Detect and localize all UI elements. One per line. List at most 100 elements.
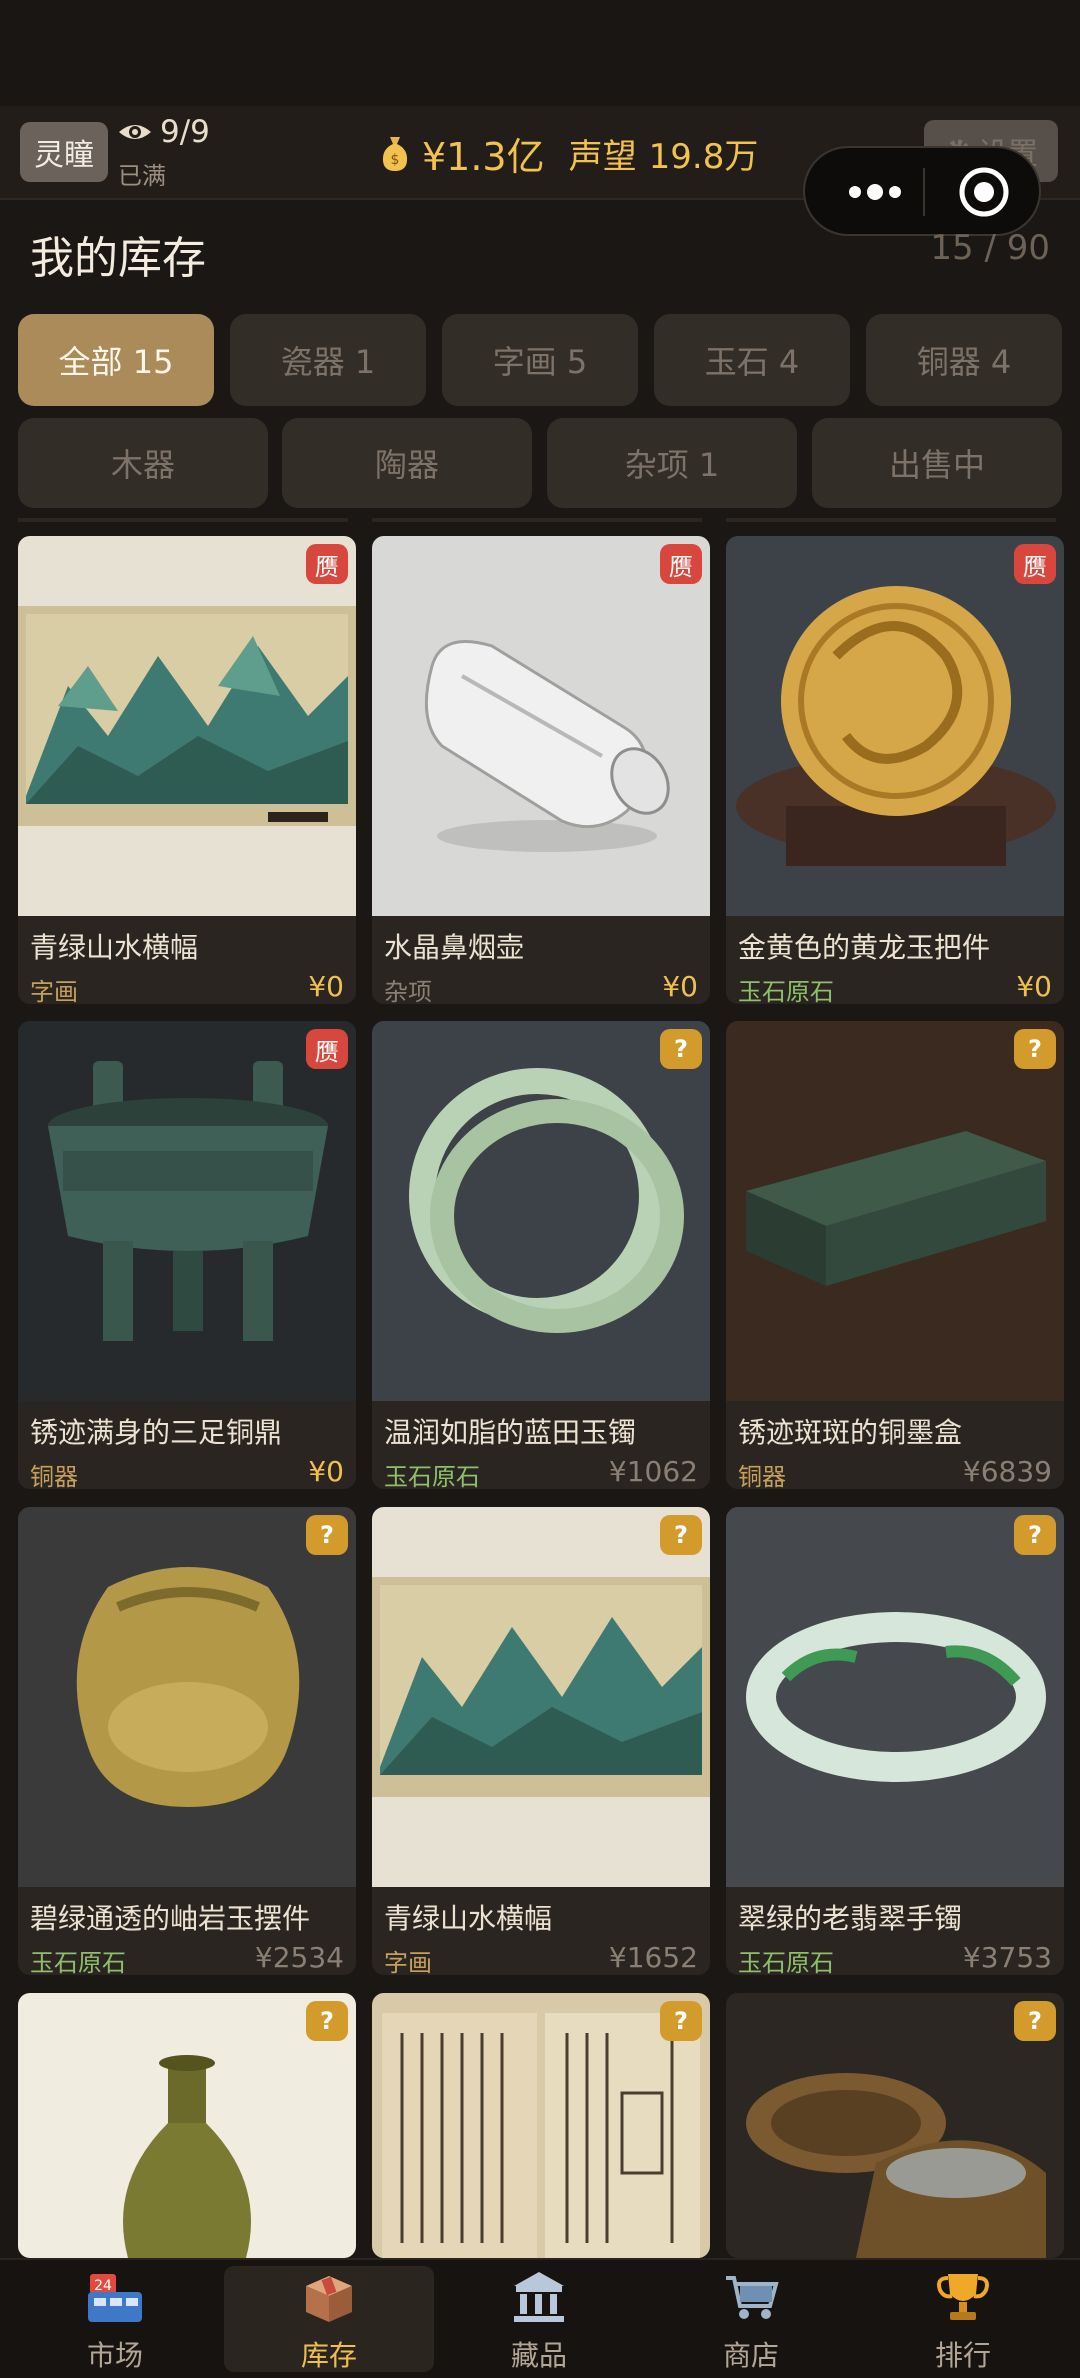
scroll-edge <box>726 518 1056 522</box>
item-card[interactable]: 赝 金黄色的黄龙玉把件 玉石原石 ¥0 <box>726 536 1064 1004</box>
unknown-tag: ? <box>306 1515 348 1555</box>
item-image <box>18 536 356 916</box>
unknown-tag: ? <box>660 2001 702 2041</box>
eye-icon <box>119 125 151 139</box>
item-name: 碧绿通透的岫岩玉摆件 <box>30 1902 311 1935</box>
ink-box-image <box>746 1131 1046 1286</box>
item-category: 玉石原石 <box>30 1949 126 1975</box>
dragon-jade-image <box>736 586 1056 866</box>
item-category: 铜器 <box>30 1463 78 1489</box>
item-name: 水晶鼻烟壶 <box>384 931 525 964</box>
money-bag-icon: $ <box>382 136 408 171</box>
item-card[interactable]: ? 翠绿的老翡翠手镯 玉石原石 ¥3753 <box>726 1507 1064 1975</box>
filter-wood[interactable]: 木器 <box>18 418 268 508</box>
item-name: 金黄色的黄龙玉把件 <box>738 931 991 964</box>
inventory-box-icon <box>306 2276 352 2322</box>
fake-tag: 赝 <box>660 544 702 584</box>
filter-pottery[interactable]: 陶器 <box>282 418 532 508</box>
item-name: 翠绿的老翡翠手镯 <box>738 1902 963 1935</box>
nav-label: 商店 <box>722 2339 779 2372</box>
fake-tag: 赝 <box>306 544 348 584</box>
tab-porcelain[interactable]: 瓷器 1 <box>230 314 426 406</box>
tab-calligraphy[interactable]: 字画 5 <box>442 314 638 406</box>
unknown-tag: ? <box>1014 1029 1056 1069</box>
fake-tag: 赝 <box>1014 544 1056 584</box>
snuff-bottle-image <box>424 640 670 852</box>
item-image <box>372 536 710 916</box>
nav-label: 库存 <box>300 2339 357 2372</box>
unknown-tag: ? <box>306 2001 348 2041</box>
status-bar <box>0 0 1080 106</box>
filter-misc[interactable]: 杂项 1 <box>547 418 797 508</box>
item-price: ¥0 <box>308 970 344 1003</box>
item-image <box>18 1021 356 1401</box>
item-card[interactable]: 赝 青绿山水横幅 字画 ¥0 <box>18 536 356 1004</box>
item-image <box>372 1507 710 1887</box>
museum-icon <box>514 2272 564 2322</box>
market-calendar-icon: 24 <box>88 2274 142 2322</box>
shopping-cart-icon <box>726 2276 779 2319</box>
fake-tag: 赝 <box>306 1029 348 1069</box>
nav-collection[interactable]: 藏品 <box>434 2260 644 2378</box>
item-name: 温润如脂的蓝田玉镯 <box>384 1416 637 1449</box>
item-card[interactable]: 赝 锈迹满身的三足铜鼎 铜器 ¥0 <box>18 1021 356 1489</box>
nav-label: 藏品 <box>510 2339 567 2372</box>
bronze-ding-image <box>48 1061 328 1341</box>
item-card[interactable]: ? <box>18 1993 356 2258</box>
close-target-icon[interactable] <box>958 166 1010 218</box>
miniprogram-capsule <box>803 146 1041 236</box>
fame-value: 19.8万 <box>648 137 759 177</box>
scroll-edge <box>372 518 702 522</box>
item-card[interactable]: ? 锈迹斑斑的铜墨盒 铜器 ¥6839 <box>726 1021 1064 1489</box>
eye-counter: 9/9 已满 <box>118 114 210 191</box>
more-dots-icon[interactable] <box>833 172 933 212</box>
item-category: 铜器 <box>738 1463 786 1489</box>
fame-label: 声望 <box>568 137 637 177</box>
item-price: ¥3753 <box>962 1941 1052 1974</box>
nav-market[interactable]: 24 市场 <box>10 2260 220 2378</box>
bottom-navigation: 24 市场 库存 藏品 商店 排行 <box>0 2258 1080 2378</box>
filter-on-sale[interactable]: 出售中 <box>812 418 1062 508</box>
inventory-capacity: 15 / 90 <box>930 228 1050 268</box>
item-card[interactable]: ? 温润如脂的蓝田玉镯 玉石原石 ¥1062 <box>372 1021 710 1489</box>
item-name: 青绿山水横幅 <box>30 931 199 964</box>
landscape-scroll-image <box>372 1577 710 1797</box>
item-image <box>372 1021 710 1401</box>
item-category: 玉石原石 <box>384 1463 480 1489</box>
item-category: 玉石原石 <box>738 1949 834 1975</box>
item-card[interactable]: ? <box>372 1993 710 2258</box>
item-price: ¥0 <box>1016 970 1052 1003</box>
tab-jade[interactable]: 玉石 4 <box>654 314 850 406</box>
item-image <box>726 1021 1064 1401</box>
capsule-divider <box>923 168 925 216</box>
unknown-tag: ? <box>660 1029 702 1069</box>
item-card[interactable]: 赝 水晶鼻烟壶 杂项 ¥0 <box>372 536 710 1004</box>
item-image <box>726 1507 1064 1887</box>
item-category: 杂项 <box>384 978 432 1004</box>
item-image <box>18 1507 356 1887</box>
item-price: ¥0 <box>662 970 698 1003</box>
item-price: ¥2534 <box>254 1941 344 1974</box>
unknown-tag: ? <box>1014 2001 1056 2041</box>
tab-bronze[interactable]: 铜器 4 <box>866 314 1062 406</box>
item-price: ¥1062 <box>608 1455 698 1488</box>
role-badge[interactable]: 灵瞳 <box>20 122 108 182</box>
money-display: $ ¥1.3亿 声望 19.8万 <box>380 126 758 181</box>
nav-shop[interactable]: 商店 <box>646 2260 856 2378</box>
jade-bangle-image <box>409 1068 684 1333</box>
nav-inventory[interactable]: 库存 <box>224 2260 434 2378</box>
item-price: ¥6839 <box>962 1455 1052 1488</box>
item-card[interactable]: ? 碧绿通透的岫岩玉摆件 玉石原石 ¥2534 <box>18 1507 356 1975</box>
unknown-tag: ? <box>1014 1515 1056 1555</box>
tab-all[interactable]: 全部 15 <box>18 314 214 406</box>
scroll-edge <box>18 518 348 522</box>
item-card[interactable]: ? <box>726 1993 1064 2258</box>
nav-ranking[interactable]: 排行 <box>858 2260 1068 2378</box>
trophy-icon <box>937 2274 989 2320</box>
item-card[interactable]: ? 青绿山水横幅 字画 ¥1652 <box>372 1507 710 1975</box>
unknown-tag: ? <box>660 1515 702 1555</box>
item-category: 玉石原石 <box>738 978 834 1004</box>
item-price: ¥1652 <box>608 1941 698 1974</box>
nav-label: 市场 <box>86 2339 143 2372</box>
money-value: ¥1.3亿 <box>422 135 545 179</box>
